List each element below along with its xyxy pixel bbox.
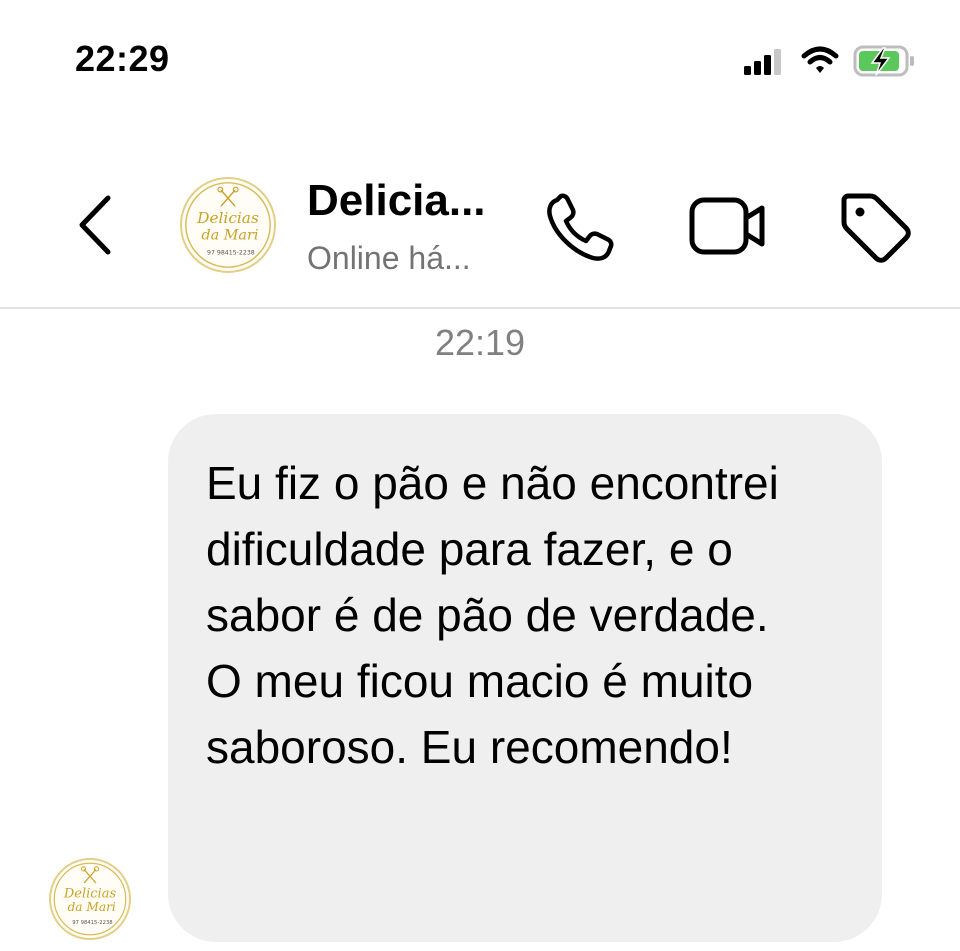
sender-avatar[interactable]: Delicias da Mari 97 98415-2238 <box>49 858 131 940</box>
back-button[interactable] <box>70 190 120 260</box>
wifi-icon <box>801 46 839 73</box>
contact-status: Online há... <box>307 240 471 276</box>
header-divider <box>0 307 960 309</box>
svg-text:Delicias: Delicias <box>196 209 259 227</box>
svg-text:97 98415-2238: 97 98415-2238 <box>72 920 112 926</box>
battery-charging-icon <box>853 45 914 77</box>
cellular-signal-icon <box>744 49 781 75</box>
svg-text:da Mari: da Mari <box>67 900 115 914</box>
contact-avatar[interactable]: Delicias da Mari 97 98415-2238 <box>180 177 276 273</box>
status-bar-time: 22:29 <box>75 38 170 79</box>
delicias-da-mari-logo: Delicias da Mari 97 98415-2238 <box>53 862 127 936</box>
svg-text:Delicias: Delicias <box>63 886 117 901</box>
message-text-paragraph-2: O meu ficou macio é muito saboroso. Eu r… <box>206 655 754 773</box>
delicias-da-mari-logo: Delicias da Mari 97 98415-2238 <box>185 182 271 268</box>
video-camera-icon[interactable] <box>688 192 768 260</box>
message-timestamp: 22:19 <box>434 322 526 363</box>
svg-text:97 98415-2238: 97 98415-2238 <box>207 250 255 257</box>
message-text-paragraph-1: Eu fiz o pão e não encontrei dificuldade… <box>206 457 779 641</box>
contact-name[interactable]: Delicia... <box>307 176 486 226</box>
tag-icon[interactable] <box>838 190 912 264</box>
message-bubble[interactable]: Eu fiz o pão e não encontrei dificuldade… <box>168 414 882 942</box>
phone-icon[interactable] <box>543 190 619 266</box>
svg-text:da Mari: da Mari <box>201 227 258 243</box>
